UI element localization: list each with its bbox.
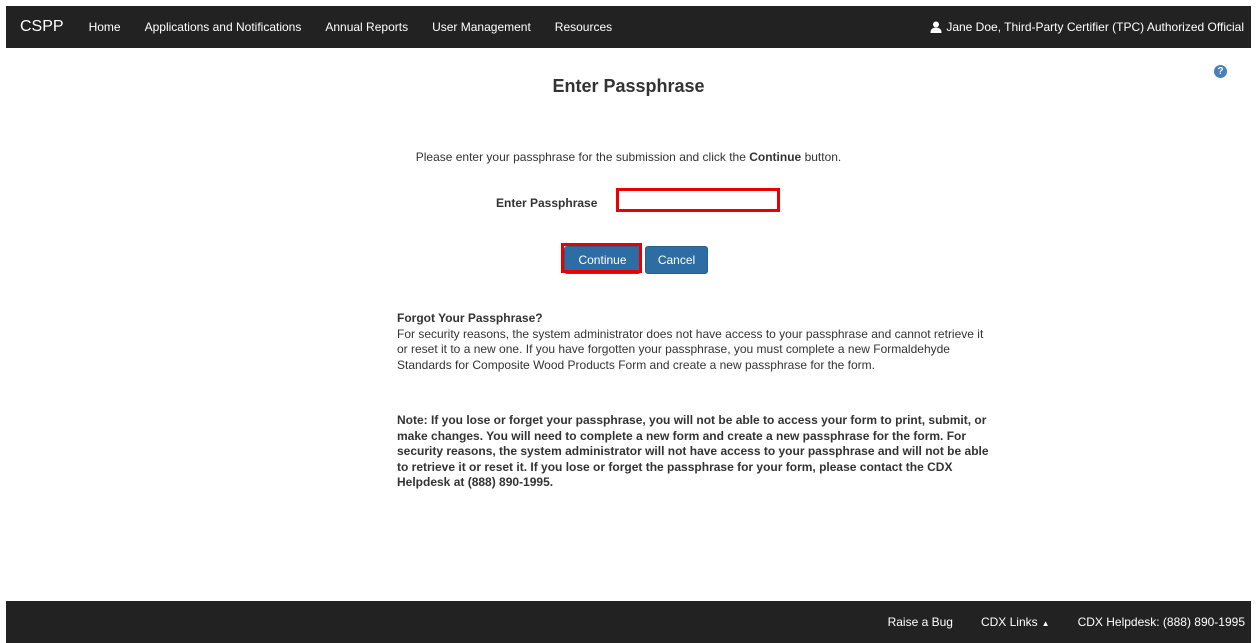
page-title: Enter Passphrase <box>552 76 705 96</box>
instruction-text: Please enter your passphrase for the sub… <box>0 150 1257 164</box>
brand-link[interactable]: CSPP <box>6 6 77 48</box>
nav-applications-and-notifications[interactable]: Applications and Notifications <box>133 6 314 48</box>
instruction-bold: Continue <box>749 150 802 164</box>
footer: Raise a Bug CDX Links ▲ CDX Helpdesk: (88… <box>6 601 1251 643</box>
page: CSPP Home Applications and Notifications… <box>0 0 1257 643</box>
forgot-passphrase-section: Forgot Your Passphrase? For security rea… <box>397 311 997 373</box>
raise-bug-link[interactable]: Raise a Bug <box>874 615 967 629</box>
nav-user-management[interactable]: User Management <box>420 6 543 48</box>
user-name: Jane Doe, Third-Party Certifier (TPC) Au… <box>946 20 1244 34</box>
passphrase-input[interactable] <box>616 188 780 212</box>
cdx-helpdesk-text: CDX Helpdesk: (888) 890-1995 <box>1077 615 1245 629</box>
user-icon <box>930 21 942 33</box>
instruction-suffix: button. <box>801 150 842 164</box>
forgot-title: Forgot Your Passphrase? <box>397 311 543 325</box>
caret-up-icon: ▲ <box>1041 619 1050 628</box>
nav-resources[interactable]: Resources <box>543 6 624 48</box>
continue-button[interactable]: Continue <box>564 246 641 274</box>
cdx-links-dropdown[interactable]: CDX Links ▲ <box>967 615 1064 629</box>
forgot-body: For security reasons, the system adminis… <box>397 326 984 372</box>
instruction-prefix: Please enter your passphrase for the sub… <box>415 150 750 164</box>
cancel-button[interactable]: Cancel <box>645 246 708 274</box>
cdx-links-label: CDX Links <box>980 615 1038 629</box>
nav-annual-reports[interactable]: Annual Reports <box>313 6 420 48</box>
user-menu[interactable]: Jane Doe, Third-Party Certifier (TPC) Au… <box>930 20 1251 34</box>
top-navbar: CSPP Home Applications and Notifications… <box>6 6 1251 48</box>
passphrase-label: Enter Passphrase <box>496 196 598 210</box>
passphrase-note: Note: If you lose or forget your passphr… <box>397 413 989 489</box>
nav-home[interactable]: Home <box>77 6 133 48</box>
